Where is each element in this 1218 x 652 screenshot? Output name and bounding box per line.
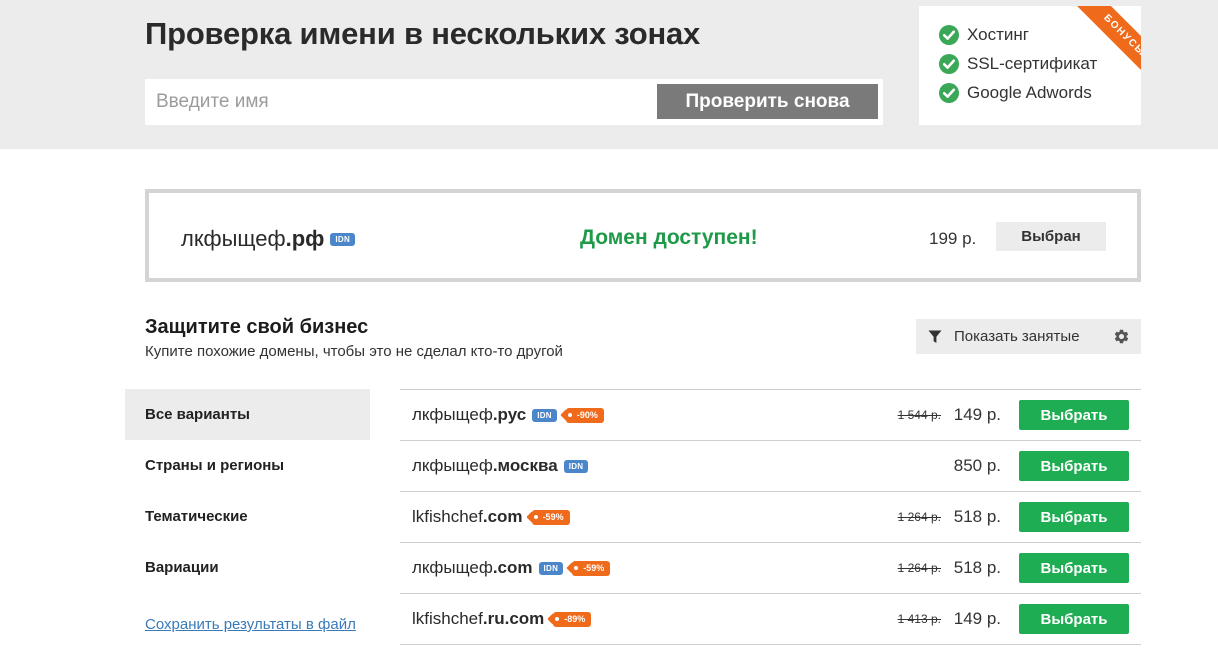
bonus-card: Хостинг SSL-сертификат Google Adwords БО… [919,6,1141,125]
discount-tag: -59% [531,509,570,525]
old-price: 1 264 р. [897,510,941,524]
row-domain: лкфыщеф .рус IDN -90% [412,405,604,425]
price: 149 р. [953,405,1001,424]
domain-name: лкфыщеф [412,456,493,475]
check-circle-icon [939,83,959,103]
domain-name: лкфыщеф [412,558,493,577]
old-price: 1 264 р. [897,561,941,575]
gear-icon[interactable] [1113,328,1130,345]
domain-tld: .com [492,558,533,577]
select-button[interactable]: Выбрать [1019,502,1129,532]
select-button[interactable]: Выбрать [1019,604,1129,634]
bonus-item-ssl: SSL-сертификат [939,54,1097,74]
show-taken-label: Показать занятые [954,328,1080,345]
save-results-link[interactable]: Сохранить результаты в файл [145,616,356,633]
availability-status: Домен доступен! [580,226,758,249]
check-circle-icon [939,25,959,45]
bonus-item-label: SSL-сертификат [967,54,1098,73]
old-price: 1 413 р. [897,612,941,626]
domain-list: лкфыщеф .рус IDN -90% 1 544 р. 149 р. Выб… [400,389,1141,645]
show-taken-button[interactable]: Показать занятые [916,319,1080,354]
row-domain: lkfishchef .com -59% [412,507,570,527]
domain-row: lkfishchef .ru.com -89% 1 413 р. 149 р. В… [400,594,1141,645]
price: 518 р. [953,507,1001,526]
category-sidebar: Все варианты Страны и регионы Тематическ… [125,389,370,593]
domain-name: lkfishchef [412,507,483,526]
domain-tld: .com [482,507,523,526]
price: 149 р. [953,609,1001,628]
old-price: 1 544 р. [897,408,941,422]
select-button[interactable]: Выбрать [1019,451,1129,481]
domain-name: lkfishchef [412,609,483,628]
header-band: Проверка имени в нескольких зонах Провер… [0,0,1218,149]
select-button[interactable]: Выбрать [1019,400,1129,430]
domain-tld: .рф [285,226,325,251]
discount-tag: -90% [565,407,604,423]
discount-tag: -89% [553,611,592,627]
page-title: Проверка имени в нескольких зонах [145,16,701,51]
search-input[interactable] [145,79,645,125]
price: 850 р. [953,456,1001,475]
sidebar-item-thematic[interactable]: Тематические [125,491,370,542]
result-card: лкфыщеф .рф IDN Домен доступен! 199 р. Вы… [145,189,1141,282]
domain-tld: .ru.com [482,609,545,628]
row-domain: lkfishchef .ru.com -89% [412,609,592,629]
bonus-item-hosting: Хостинг [939,25,1029,45]
idn-badge: IDN [330,232,356,246]
domain-row: лкфыщеф .рус IDN -90% 1 544 р. 149 р. Выб… [400,390,1141,441]
domain-row: лкфыщеф .москва IDN 850 р. Выбрать [400,441,1141,492]
sidebar-item-variations[interactable]: Вариации [125,542,370,593]
domain-row: лкфыщеф .com IDN -59% 1 264 р. 518 р. Выб… [400,543,1141,594]
section-title: Защитите свой бизнес [145,316,369,338]
bonus-item-label: Google Adwords [967,83,1092,102]
check-circle-icon [939,54,959,74]
sidebar-item-all[interactable]: Все варианты [125,389,370,440]
select-button[interactable]: Выбрать [1019,553,1129,583]
domain-row: lkfishchef .com -59% 1 264 р. 518 р. Выбр… [400,492,1141,543]
idn-badge: IDN [538,561,564,575]
funnel-icon [928,330,942,343]
search-box: Проверить снова [145,79,883,125]
idn-badge: IDN [563,459,589,473]
idn-badge: IDN [532,408,557,422]
bonus-item-label: Хостинг [967,25,1029,44]
result-price: 199 р. [929,229,977,248]
sidebar-item-countries[interactable]: Страны и регионы [125,440,370,491]
row-domain: лкфыщеф .com IDN -59% [412,558,611,578]
check-again-button[interactable]: Проверить снова [657,84,878,119]
domain-tld: .москва [492,456,558,475]
chosen-button[interactable]: Выбран [996,222,1106,251]
price: 518 р. [953,558,1001,577]
discount-tag: -59% [572,560,611,576]
bonus-item-adwords: Google Adwords [939,83,1092,103]
row-domain: лкфыщеф .москва IDN [412,456,589,476]
result-domain: лкфыщеф .рф IDN [181,226,356,252]
filter-bar: Показать занятые [916,319,1141,354]
domain-tld: .рус [492,405,527,424]
section-subtitle: Купите похожие домены, чтобы это не сдел… [145,343,563,360]
domain-name: лкфыщеф [181,226,286,251]
domain-name: лкфыщеф [412,405,493,424]
